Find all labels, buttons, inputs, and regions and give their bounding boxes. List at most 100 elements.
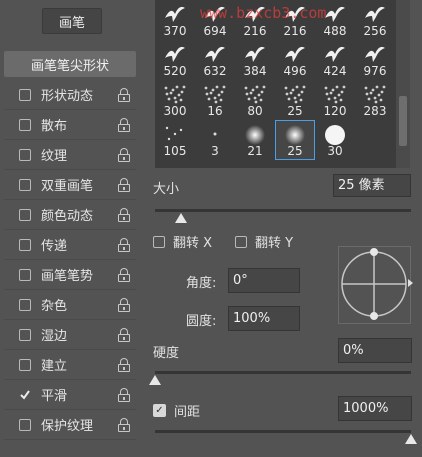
size-input[interactable]: 25 像素 <box>333 174 411 197</box>
option-row[interactable]: 双重画笔 <box>4 170 136 200</box>
option-checkbox[interactable] <box>19 418 31 431</box>
bird-icon <box>243 44 267 64</box>
option-row[interactable]: 散布 <box>4 110 136 140</box>
scrollbar-thumb[interactable] <box>399 96 407 146</box>
lock-icon[interactable] <box>118 148 130 162</box>
bird-icon <box>363 4 387 24</box>
brush-preset[interactable]: 976 <box>355 40 395 80</box>
brush-preset[interactable]: 21 <box>235 120 275 160</box>
brush-size-label: 424 <box>323 64 347 78</box>
option-row[interactable]: 建立 <box>4 350 136 380</box>
brush-preset[interactable]: 520 <box>155 40 195 80</box>
option-row[interactable]: 纹理 <box>4 140 136 170</box>
lock-icon[interactable] <box>118 328 130 342</box>
lock-icon[interactable] <box>118 238 130 252</box>
brush-preset[interactable]: 256 <box>355 0 395 40</box>
roundness-input[interactable]: 100% <box>228 306 300 331</box>
spacing-slider-thumb[interactable] <box>405 434 417 444</box>
option-checkbox[interactable] <box>19 298 31 311</box>
lock-icon[interactable] <box>118 118 130 132</box>
brush-preset[interactable]: 370 <box>155 0 195 40</box>
option-row[interactable]: 形状动态 <box>4 80 136 110</box>
brush-grid-scrollbar[interactable] <box>396 0 410 168</box>
brush-size-label: 384 <box>243 64 267 78</box>
option-row[interactable]: 湿边 <box>4 320 136 350</box>
bird-icon <box>323 44 347 64</box>
angle-input[interactable]: 0° <box>228 268 300 293</box>
brush-preset[interactable]: 80 <box>235 80 275 120</box>
brush-size-label: 80 <box>247 104 263 118</box>
flip-x-checkbox[interactable]: 翻转 X <box>153 232 212 251</box>
brush-preset[interactable]: 496 <box>275 40 315 80</box>
scatter-texture-icon <box>323 84 347 104</box>
flip-y-checkbox[interactable]: 翻转 Y <box>235 232 293 251</box>
brush-preset[interactable]: 384 <box>235 40 275 80</box>
brush-preset[interactable]: 283 <box>355 80 395 120</box>
brush-preset[interactable]: 30 <box>315 120 355 160</box>
option-checkbox[interactable] <box>19 88 31 101</box>
flip-x-box[interactable] <box>153 235 165 248</box>
option-row[interactable]: 杂色 <box>4 290 136 320</box>
brush-size-label: 694 <box>203 24 227 38</box>
option-label: 纹理 <box>41 149 68 164</box>
option-row[interactable]: 保护纹理 <box>4 410 136 440</box>
option-checkbox[interactable] <box>19 358 31 371</box>
size-slider-track[interactable] <box>155 209 411 212</box>
brush-size-label: 300 <box>163 104 187 118</box>
option-label: 平滑 <box>41 389 68 404</box>
option-checkbox[interactable] <box>19 328 31 341</box>
spacing-check-box[interactable]: ✓ <box>153 404 166 417</box>
lock-icon[interactable] <box>118 388 130 402</box>
option-checkbox[interactable] <box>19 208 31 221</box>
option-row[interactable]: 颜色动态 <box>4 200 136 230</box>
brush-size-label: 496 <box>283 64 307 78</box>
option-label: 形状动态 <box>41 89 94 104</box>
lock-icon[interactable] <box>118 268 130 282</box>
option-row[interactable]: 画笔笔势 <box>4 260 136 290</box>
lock-icon[interactable] <box>118 358 130 372</box>
angle-roundness-dial[interactable] <box>338 246 411 324</box>
brush-preset[interactable]: 25 <box>275 120 315 160</box>
brush-size-label: 105 <box>163 144 187 158</box>
option-checkbox[interactable] <box>19 118 31 131</box>
brush-preset-grid: 370 694 216 216 488 256 520 632 384 496 424 976 300 1… <box>155 0 396 168</box>
option-label: 湿边 <box>41 329 68 344</box>
brush-size-label: 976 <box>363 64 387 78</box>
flip-y-box[interactable] <box>235 235 247 248</box>
option-checkbox[interactable] <box>19 268 31 281</box>
spacing-input[interactable]: 1000% <box>338 396 412 421</box>
brush-preset[interactable]: 424 <box>315 40 355 80</box>
option-row[interactable]: 传递 <box>4 230 136 260</box>
option-checkbox[interactable] <box>19 148 31 161</box>
brush-preset[interactable]: 3 <box>195 120 235 160</box>
hardness-slider-track[interactable] <box>155 371 411 374</box>
brush-preset[interactable]: 105 <box>155 120 195 160</box>
lock-icon[interactable] <box>118 298 130 312</box>
brush-preset[interactable]: 16 <box>195 80 235 120</box>
brush-panel-button[interactable]: 画笔 <box>42 8 102 34</box>
bird-icon <box>323 4 347 24</box>
option-checkbox[interactable] <box>19 238 31 251</box>
spacing-slider-track[interactable] <box>155 430 411 433</box>
lock-icon[interactable] <box>118 178 130 192</box>
lock-icon[interactable] <box>118 88 130 102</box>
hardness-input[interactable]: 0% <box>338 338 412 363</box>
brush-tip-shape-header[interactable]: 画笔笔尖形状 <box>4 51 136 77</box>
brush-preset[interactable]: 300 <box>155 80 195 120</box>
bird-icon <box>203 44 227 64</box>
lock-icon[interactable] <box>118 418 130 432</box>
spacing-checkbox[interactable]: ✓ 间距 <box>153 401 200 420</box>
size-slider-thumb[interactable] <box>174 213 187 223</box>
scatter-texture-icon <box>243 84 267 104</box>
lock-icon[interactable] <box>118 208 130 222</box>
brush-preset[interactable]: 120 <box>315 80 355 120</box>
option-checkbox[interactable] <box>19 389 31 401</box>
option-row[interactable]: 平滑 <box>4 380 136 410</box>
brush-preset[interactable]: 25 <box>275 80 315 120</box>
brush-preset[interactable]: 632 <box>195 40 235 80</box>
hardness-slider-thumb[interactable] <box>149 375 161 385</box>
option-checkbox[interactable] <box>19 178 31 191</box>
flip-x-label: 翻转 X <box>173 236 213 251</box>
dial-graphic <box>341 248 407 320</box>
brush-size-label: 120 <box>323 104 347 118</box>
